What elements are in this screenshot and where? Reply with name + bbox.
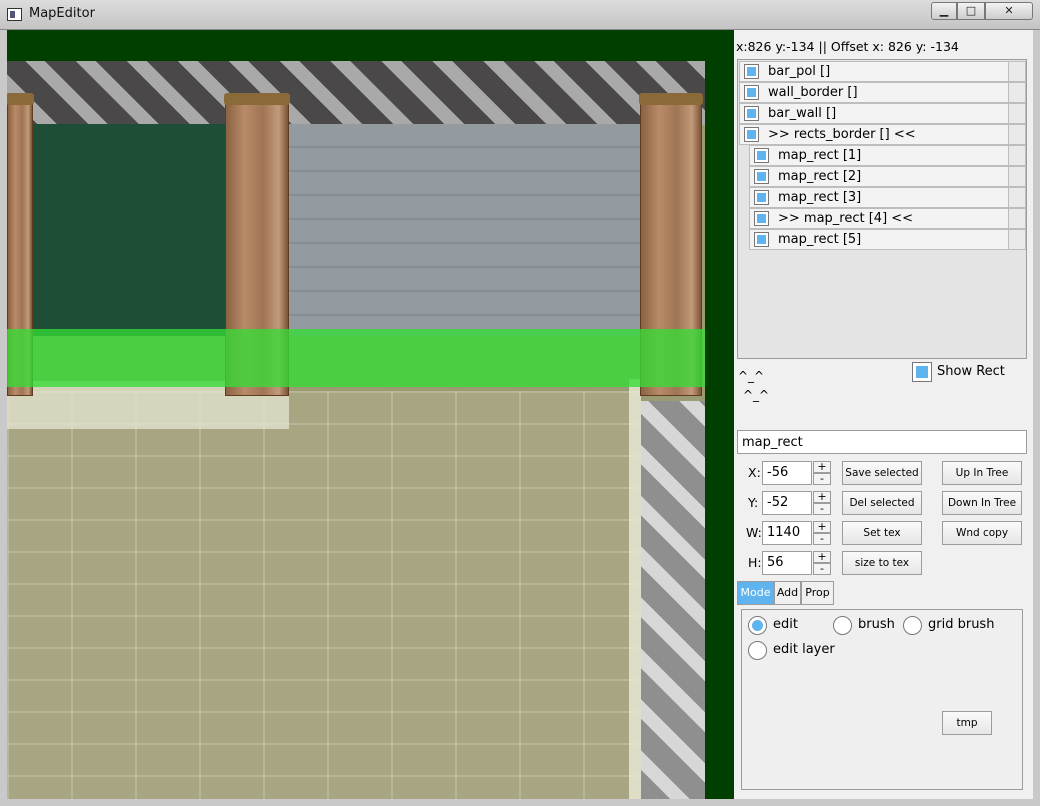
show-rect-box[interactable] bbox=[912, 362, 932, 382]
down-in-tree-button[interactable]: Down In Tree bbox=[942, 491, 1022, 515]
w-stepper[interactable]: + - bbox=[813, 521, 831, 545]
close-button[interactable]: ✕ bbox=[985, 2, 1033, 20]
x-stepper[interactable]: + - bbox=[813, 461, 831, 485]
visibility-checkbox[interactable] bbox=[754, 232, 769, 247]
tree-item[interactable]: bar_pol [] bbox=[739, 61, 1026, 82]
map-canvas[interactable] bbox=[7, 30, 734, 799]
h-stepper[interactable]: + - bbox=[813, 551, 831, 575]
tree-item-handle[interactable] bbox=[1008, 104, 1025, 123]
visibility-checkbox[interactable] bbox=[754, 190, 769, 205]
radio-edit-dot[interactable] bbox=[748, 616, 767, 635]
show-rect-label: Show Rect bbox=[937, 364, 1005, 379]
title-bar: MapEditor ▁ □ ✕ bbox=[0, 0, 1040, 30]
tree-item-label: map_rect [2] bbox=[778, 169, 862, 184]
tree-item-handle[interactable] bbox=[1008, 125, 1025, 144]
x-decrement[interactable]: - bbox=[813, 473, 831, 485]
w-decrement[interactable]: - bbox=[813, 533, 831, 545]
name-field[interactable]: map_rect bbox=[737, 430, 1027, 454]
emoticon-text: ^_^ ^_^ bbox=[738, 367, 769, 405]
tree-item[interactable]: map_rect [3] bbox=[749, 187, 1026, 208]
tile-floor bbox=[7, 391, 641, 799]
tree-item-handle[interactable] bbox=[1008, 209, 1025, 228]
x-label: X: bbox=[748, 465, 761, 480]
visibility-checkbox[interactable] bbox=[744, 64, 759, 79]
floor-edge bbox=[629, 379, 641, 799]
window-title: MapEditor bbox=[29, 6, 95, 21]
radio-grid-brush-dot[interactable] bbox=[903, 616, 922, 635]
app-icon bbox=[7, 8, 22, 21]
visibility-checkbox[interactable] bbox=[754, 148, 769, 163]
map-view[interactable] bbox=[7, 61, 705, 799]
tab-prop[interactable]: Prop bbox=[801, 581, 834, 605]
minimize-button[interactable]: ▁ bbox=[931, 2, 957, 20]
tree-item[interactable]: bar_wall [] bbox=[739, 103, 1026, 124]
h-input[interactable]: 56 bbox=[762, 551, 812, 575]
tree-item-label: map_rect [1] bbox=[778, 148, 862, 163]
y-decrement[interactable]: - bbox=[813, 503, 831, 515]
tree-item-label: wall_border [] bbox=[768, 85, 858, 100]
radio-brush-dot[interactable] bbox=[833, 616, 852, 635]
tab-add[interactable]: Add bbox=[774, 581, 801, 605]
radio-edit-layer-dot[interactable] bbox=[748, 641, 767, 660]
y-input[interactable]: -52 bbox=[762, 491, 812, 515]
radio-edit-label: edit bbox=[773, 617, 798, 632]
tree-item-handle[interactable] bbox=[1008, 62, 1025, 81]
radio-edit-layer-label: edit layer bbox=[773, 642, 835, 657]
tree-item-label: map_rect [5] bbox=[778, 232, 862, 247]
radio-brush-label: brush bbox=[858, 617, 895, 632]
size-to-tex-button[interactable]: size to tex bbox=[842, 551, 922, 575]
tree-item-label: >> map_rect [4] << bbox=[778, 211, 914, 226]
y-label: Y: bbox=[748, 495, 759, 510]
tree-item-handle[interactable] bbox=[1008, 188, 1025, 207]
set-tex-button[interactable]: Set tex bbox=[842, 521, 922, 545]
visibility-checkbox[interactable] bbox=[744, 127, 759, 142]
visibility-checkbox[interactable] bbox=[744, 106, 759, 121]
tab-mode[interactable]: Mode bbox=[737, 581, 774, 605]
striped-bar-top bbox=[7, 61, 705, 125]
tree-item[interactable]: map_rect [5] bbox=[749, 229, 1026, 250]
visibility-checkbox[interactable] bbox=[754, 211, 769, 226]
tree-item[interactable]: wall_border [] bbox=[739, 82, 1026, 103]
tree-item-handle[interactable] bbox=[1008, 167, 1025, 186]
visibility-checkbox[interactable] bbox=[744, 85, 759, 100]
tree-item[interactable]: map_rect [2] bbox=[749, 166, 1026, 187]
tree-item-label: bar_wall [] bbox=[768, 106, 837, 121]
wnd-copy-button[interactable]: Wnd copy bbox=[942, 521, 1022, 545]
gray-wall-texture bbox=[287, 124, 642, 336]
radio-grid-brush-label: grid brush bbox=[928, 617, 995, 632]
emoticon-line-2: ^_^ bbox=[743, 388, 770, 402]
tree-item-handle[interactable] bbox=[1008, 146, 1025, 165]
visibility-checkbox[interactable] bbox=[754, 169, 769, 184]
h-label: H: bbox=[748, 555, 762, 570]
w-input[interactable]: 1140 bbox=[762, 521, 812, 545]
tree-item[interactable]: >> rects_border [] << bbox=[739, 124, 1026, 145]
coords-readout: x:826 y:-134 || Offset x: 826 y: -134 bbox=[736, 39, 959, 54]
up-in-tree-button[interactable]: Up In Tree bbox=[942, 461, 1022, 485]
tree-item-label: >> rects_border [] << bbox=[768, 127, 916, 142]
tree-item[interactable]: map_rect [1] bbox=[749, 145, 1026, 166]
layer-tree[interactable]: bar_pol [] wall_border [] bar_wall [] >>… bbox=[737, 59, 1027, 359]
del-selected-button[interactable]: Del selected bbox=[842, 491, 922, 515]
tree-item-label: map_rect [3] bbox=[778, 190, 862, 205]
tree-item-label: bar_pol [] bbox=[768, 64, 831, 79]
tree-item[interactable]: >> map_rect [4] << bbox=[749, 208, 1026, 229]
emoticon-line-1: ^_^ bbox=[738, 369, 765, 383]
map-border-strip bbox=[705, 30, 734, 799]
y-stepper[interactable]: + - bbox=[813, 491, 831, 515]
tmp-button[interactable]: tmp bbox=[942, 711, 992, 735]
dark-green-rect bbox=[32, 124, 227, 336]
maximize-button[interactable]: □ bbox=[957, 2, 985, 20]
tree-item-handle[interactable] bbox=[1008, 83, 1025, 102]
selected-rect-highlight[interactable] bbox=[7, 329, 705, 387]
save-selected-button[interactable]: Save selected bbox=[842, 461, 922, 485]
tree-item-handle[interactable] bbox=[1008, 230, 1025, 249]
h-decrement[interactable]: - bbox=[813, 563, 831, 575]
w-label: W: bbox=[746, 525, 762, 540]
striped-bar-right bbox=[641, 401, 705, 799]
mode-panel: edit brush grid brush edit layer tmp bbox=[741, 609, 1023, 790]
x-input[interactable]: -56 bbox=[762, 461, 812, 485]
